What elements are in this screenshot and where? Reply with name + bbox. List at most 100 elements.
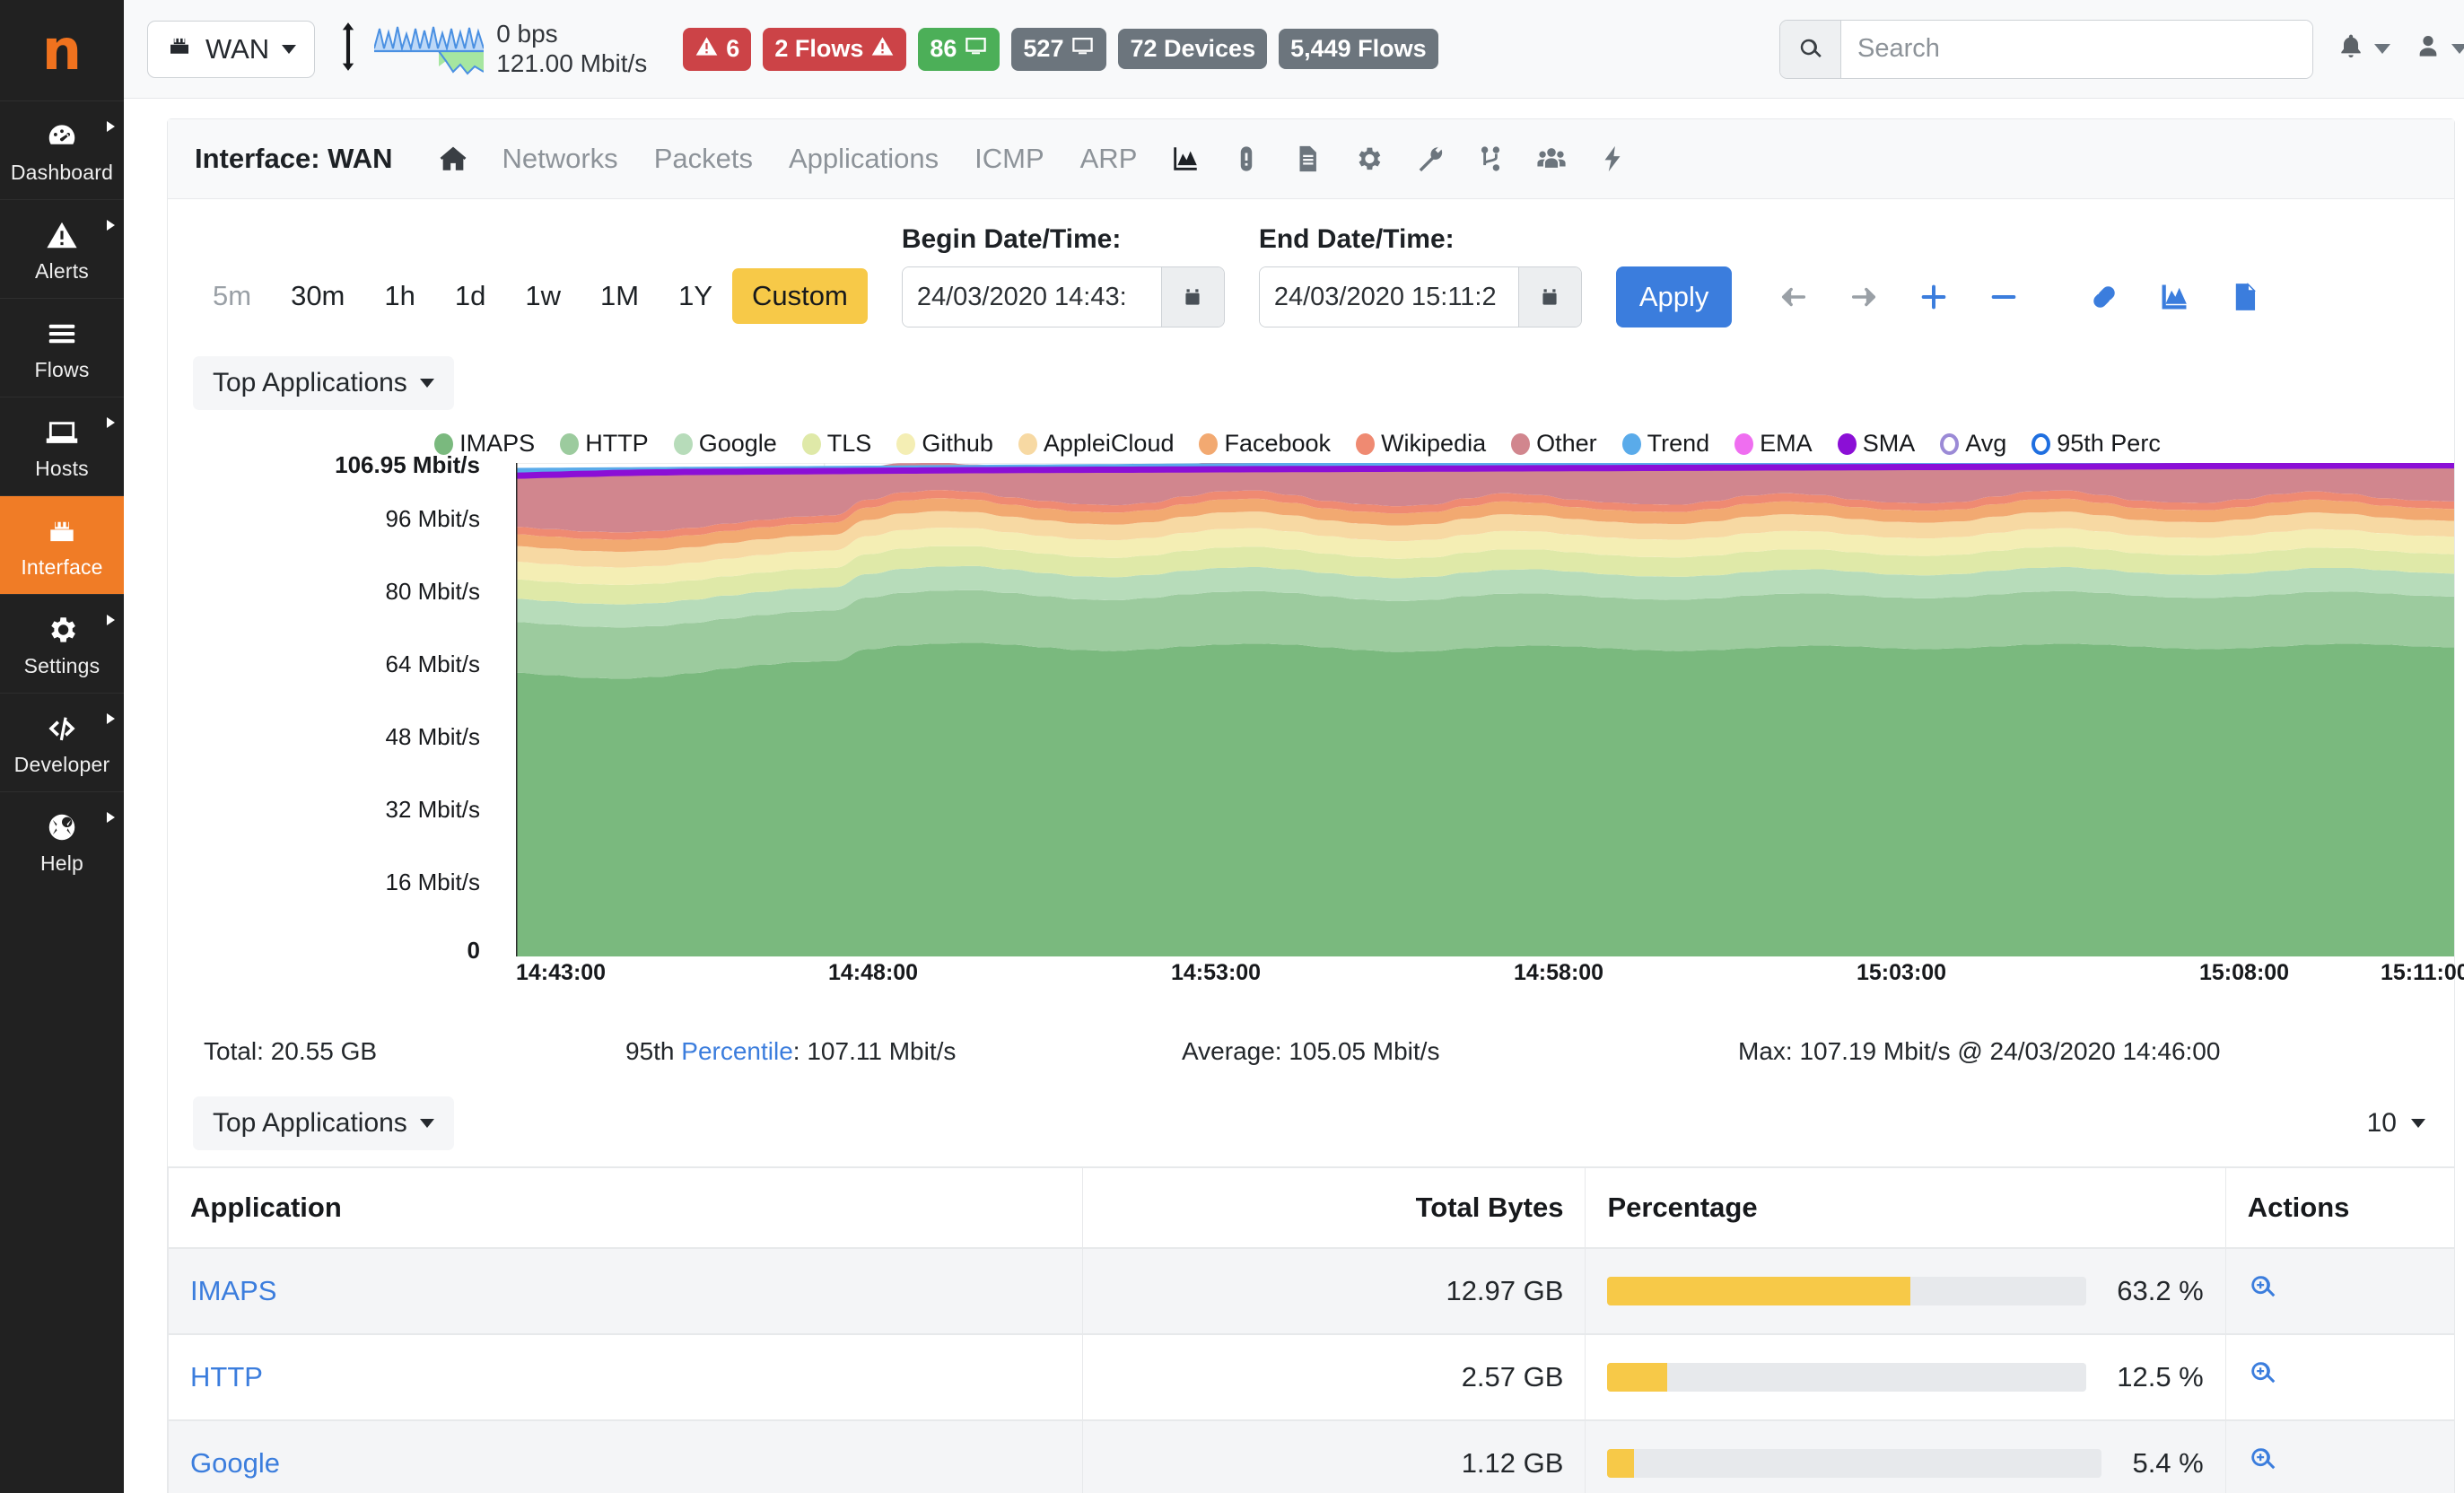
page-size-selector[interactable]: 10 (2367, 1108, 2443, 1139)
sidebar-item-settings[interactable]: Settings (0, 594, 124, 693)
table-row[interactable]: IMAPS 12.97 GB 63.2 % (169, 1248, 2455, 1334)
legend-item-facebook[interactable]: Facebook (1199, 430, 1331, 458)
legend-item-github[interactable]: Github (896, 430, 993, 458)
application-link[interactable]: IMAPS (190, 1275, 276, 1306)
total-hosts-badge[interactable]: 527 (1011, 28, 1106, 71)
alerts-badge[interactable]: 6 (683, 28, 751, 71)
chart-area-icon[interactable] (1170, 144, 1201, 174)
warning-icon[interactable] (1231, 144, 1262, 174)
legend-item-sma[interactable]: SMA (1838, 430, 1916, 458)
legend-label: EMA (1760, 430, 1813, 458)
chart-plot-area[interactable] (516, 463, 2454, 956)
flow-alerts-badge-label: 2 Flows (774, 35, 863, 63)
active-hosts-badge-label: 86 (930, 35, 957, 63)
calendar-icon[interactable] (1161, 267, 1224, 327)
magnifier-plus-icon[interactable] (2248, 1364, 2278, 1395)
column-header-total-bytes[interactable]: Total Bytes (1083, 1167, 1586, 1248)
tab-icmp[interactable]: ICMP (974, 143, 1044, 175)
legend-item-appleicloud[interactable]: AppleiCloud (1018, 430, 1175, 458)
time-range-5m[interactable]: 5m (193, 268, 271, 324)
magnifier-plus-icon[interactable] (2248, 1278, 2278, 1309)
legend-item-http[interactable]: HTTP (560, 430, 649, 458)
chart-snapshot-icon[interactable] (2139, 282, 2209, 312)
chart-metric-selector[interactable]: Top Applications (193, 356, 454, 410)
x-tick-label: 14:58:00 (1514, 960, 1603, 986)
table-row[interactable]: Google 1.12 GB 5.4 % (169, 1420, 2455, 1493)
legend-item-trend[interactable]: Trend (1622, 430, 1710, 458)
permalink-icon[interactable] (2069, 282, 2139, 312)
export-file-icon[interactable] (2209, 282, 2279, 312)
x-tick-label: 15:11:00 (2381, 960, 2464, 986)
time-range-1h[interactable]: 1h (364, 268, 434, 324)
sidebar: n Dashboard Alerts Flows H (0, 0, 124, 1493)
time-range-1M[interactable]: 1M (581, 268, 659, 324)
shift-back-icon[interactable] (1759, 282, 1829, 312)
legend-item-avg[interactable]: Avg (1940, 430, 2006, 458)
legend-item-google[interactable]: Google (674, 430, 777, 458)
apply-button[interactable]: Apply (1616, 266, 1733, 327)
legend-item-other[interactable]: Other (1511, 430, 1597, 458)
search-box[interactable] (1779, 20, 2313, 79)
application-link[interactable]: Google (190, 1447, 280, 1479)
bolt-icon[interactable] (1597, 144, 1628, 174)
shift-forward-icon[interactable] (1829, 282, 1899, 312)
tab-applications[interactable]: Applications (789, 143, 939, 175)
sidebar-item-alerts[interactable]: Alerts (0, 199, 124, 298)
end-datetime-field[interactable] (1259, 266, 1582, 327)
sankey-icon[interactable] (1475, 144, 1506, 174)
table-metric-selector[interactable]: Top Applications (193, 1096, 454, 1150)
wrench-icon[interactable] (1414, 144, 1445, 174)
gear-icon[interactable] (1353, 144, 1384, 174)
begin-datetime-input[interactable] (903, 267, 1161, 327)
flow-alerts-badge[interactable]: 2 Flows (763, 28, 906, 71)
time-range-30m[interactable]: 30m (271, 268, 364, 324)
flows-badge[interactable]: 5,449 Flows (1279, 29, 1438, 69)
time-range-1Y[interactable]: 1Y (659, 268, 732, 324)
tab-packets[interactable]: Packets (654, 143, 753, 175)
user-menu[interactable] (2414, 31, 2464, 66)
time-range-1d[interactable]: 1d (435, 268, 505, 324)
legend-item-wikipedia[interactable]: Wikipedia (1356, 430, 1486, 458)
legend-label: Google (699, 430, 777, 458)
tab-networks[interactable]: Networks (502, 143, 617, 175)
legend-item-95th-perc[interactable]: 95th Perc (2031, 430, 2161, 458)
application-link[interactable]: HTTP (190, 1361, 263, 1393)
begin-datetime-field[interactable] (902, 266, 1225, 327)
active-hosts-badge[interactable]: 86 (918, 28, 1000, 71)
users-icon[interactable] (1536, 144, 1567, 174)
end-datetime-input[interactable] (1260, 267, 1518, 327)
sidebar-item-hosts[interactable]: Hosts (0, 397, 124, 495)
warning-icon (695, 34, 719, 65)
interface-selector-button[interactable]: WAN (147, 21, 315, 78)
zoom-in-icon[interactable] (1899, 282, 1969, 312)
zoom-out-icon[interactable] (1969, 282, 2039, 312)
interface-selector-label: WAN (205, 33, 269, 65)
legend-item-ema[interactable]: EMA (1734, 430, 1813, 458)
notifications-menu[interactable] (2337, 31, 2390, 66)
home-icon[interactable] (438, 144, 468, 174)
app-logo[interactable]: n (0, 0, 124, 100)
calendar-icon[interactable] (1518, 267, 1581, 327)
traffic-chart[interactable]: 106.95 Mbit/s 96 Mbit/s 80 Mbit/s 64 Mbi… (168, 463, 2454, 992)
legend-item-tls[interactable]: TLS (802, 430, 872, 458)
time-range-1w[interactable]: 1w (505, 268, 581, 324)
report-icon[interactable] (1292, 144, 1323, 174)
monitor-icon (964, 34, 988, 65)
percentile-link[interactable]: Percentile (681, 1037, 793, 1065)
time-range-buttons: 5m 30m 1h 1d 1w 1M 1Y Custom (193, 268, 868, 324)
tab-arp[interactable]: ARP (1080, 143, 1138, 175)
sidebar-item-developer[interactable]: Developer (0, 693, 124, 791)
devices-badge[interactable]: 72 Devices (1118, 29, 1267, 69)
search-icon[interactable] (1780, 21, 1841, 78)
sidebar-item-help[interactable]: Help (0, 791, 124, 890)
table-row[interactable]: HTTP 2.57 GB 12.5 % (169, 1334, 2455, 1420)
stat-p95-prefix: 95th (625, 1037, 675, 1065)
search-input[interactable] (1841, 21, 2312, 78)
sidebar-item-interface[interactable]: Interface (0, 495, 124, 594)
sidebar-item-dashboard[interactable]: Dashboard (0, 100, 124, 199)
sidebar-item-flows[interactable]: Flows (0, 298, 124, 397)
time-range-custom[interactable]: Custom (732, 268, 868, 324)
column-header-percentage[interactable]: Percentage (1586, 1167, 2225, 1248)
column-header-application[interactable]: Application (169, 1167, 1083, 1248)
magnifier-plus-icon[interactable] (2248, 1450, 2278, 1481)
